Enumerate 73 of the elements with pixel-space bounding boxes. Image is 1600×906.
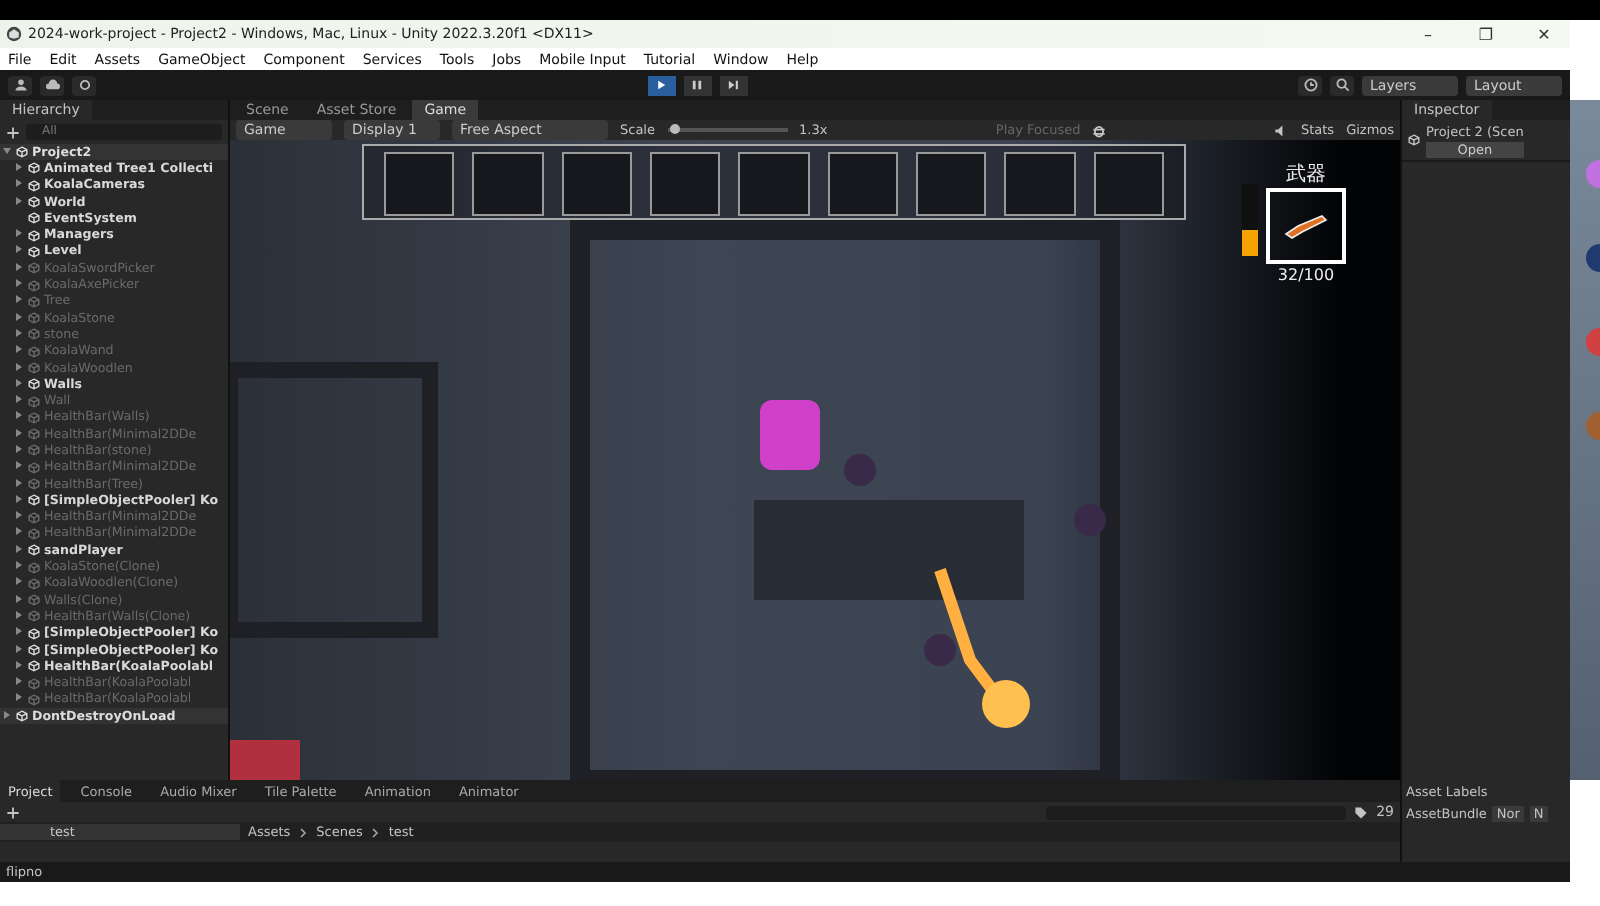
gameobject-icon — [28, 245, 40, 258]
play-button[interactable] — [647, 75, 675, 95]
window-control[interactable]: ❐ — [1460, 25, 1512, 43]
gameobject-icon — [28, 162, 40, 175]
gameobject-icon — [28, 693, 40, 706]
gameobject-icon — [28, 395, 40, 408]
gameobject-icon — [28, 229, 40, 242]
inventory-slot[interactable] — [649, 152, 721, 216]
clock-icon[interactable] — [1303, 78, 1317, 92]
gameobject-icon — [28, 378, 40, 391]
play-icon — [654, 78, 668, 92]
gameobject-icon — [28, 312, 40, 325]
account-icon[interactable] — [13, 78, 27, 92]
gameobject-icon — [28, 279, 40, 292]
gameobject-icon — [28, 444, 40, 457]
gameobject-icon — [28, 328, 40, 341]
inventory-slot[interactable] — [827, 152, 898, 216]
desktop-widget-icon — [1586, 412, 1600, 440]
inventory-slot[interactable] — [561, 152, 632, 216]
unity-logo-icon — [6, 26, 22, 42]
gameobject-icon — [28, 677, 40, 690]
inventory-slot[interactable] — [915, 152, 987, 216]
pause-button[interactable] — [683, 75, 711, 95]
gameobject-icon — [28, 362, 40, 374]
slider-thumb[interactable] — [669, 124, 679, 134]
desktop-widget-icon — [1586, 160, 1600, 188]
gameobject-icon — [28, 411, 40, 424]
search-icon[interactable] — [1335, 78, 1349, 92]
gameobject-icon — [28, 544, 40, 557]
gun-icon — [1282, 210, 1330, 242]
gameobject-icon — [28, 610, 40, 623]
ammo-counter: 32/100 — [1277, 266, 1335, 284]
desktop-widget-icon — [1586, 328, 1600, 356]
gameobject-icon — [28, 179, 40, 192]
gameobject-icon — [28, 461, 40, 474]
gameobject-icon — [28, 262, 40, 275]
unity-scene-icon — [1408, 134, 1420, 146]
window-control[interactable]: – — [1402, 25, 1454, 43]
inventory-slot[interactable] — [1093, 152, 1164, 216]
inventory-slot[interactable] — [738, 152, 810, 216]
gameobject-icon — [28, 295, 40, 308]
add-icon[interactable] — [6, 125, 20, 139]
gameobject-icon — [28, 527, 40, 540]
inventory-slot[interactable] — [1004, 152, 1076, 216]
gameobject-icon — [28, 644, 40, 657]
gameobject-icon — [28, 561, 40, 574]
inventory-slot[interactable] — [384, 152, 455, 216]
weapon-slot[interactable] — [1266, 188, 1346, 264]
gameobject-icon — [28, 428, 40, 441]
desktop-widget-icon — [1586, 244, 1600, 272]
bug-icon[interactable] — [1092, 123, 1107, 137]
gameobject-icon — [28, 660, 40, 673]
window-control[interactable]: ✕ — [1518, 25, 1570, 43]
gameobject-icon — [28, 627, 40, 640]
step-button[interactable] — [719, 75, 747, 95]
weapon-label: 武器 — [1286, 164, 1326, 186]
chevron-icon — [370, 827, 381, 837]
gameobject-icon — [28, 577, 40, 590]
gameobject-icon — [28, 212, 40, 225]
gameobject-icon — [28, 511, 40, 524]
pause-icon — [690, 78, 704, 92]
step-icon — [726, 78, 740, 92]
gameobject-icon — [28, 594, 40, 607]
gameobject-icon — [28, 196, 40, 209]
unity-scene-icon — [16, 710, 28, 723]
inventory-slot[interactable] — [472, 152, 544, 216]
chevron-icon — [298, 827, 309, 837]
unity-scene-icon — [16, 146, 28, 159]
cloud-icon[interactable] — [45, 78, 59, 92]
add-icon[interactable] — [6, 805, 20, 819]
gameobject-icon — [28, 494, 40, 507]
gameobject-icon — [28, 345, 40, 358]
gameobject-icon — [28, 478, 40, 491]
